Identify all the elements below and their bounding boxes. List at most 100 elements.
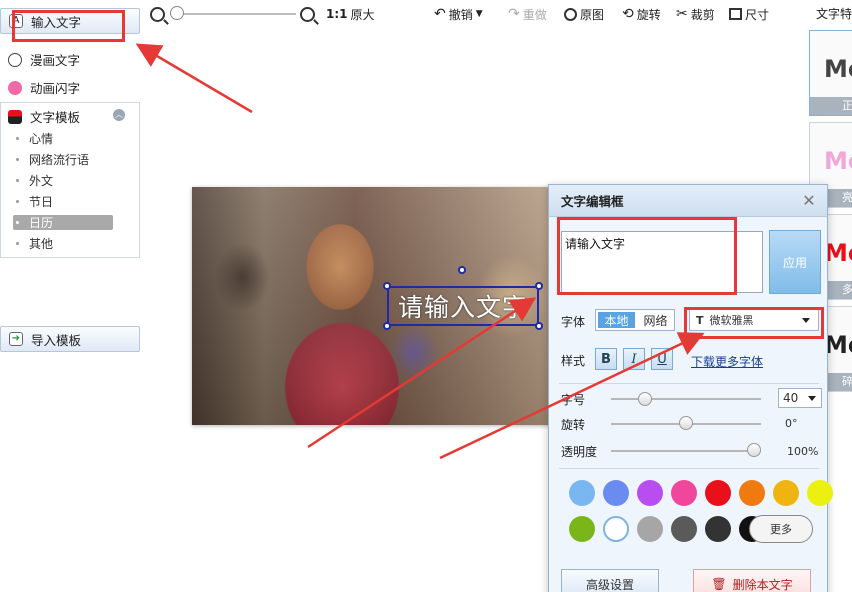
color-swatch[interactable]: [637, 516, 663, 542]
comic-text-label: 漫画文字: [30, 53, 81, 68]
download-fonts-link[interactable]: 下载更多字体: [691, 353, 763, 370]
opacity-slider-thumb[interactable]: [747, 443, 761, 457]
undo-dropdown-icon[interactable]: ▼: [476, 9, 483, 19]
resize-handle-top-right[interactable]: [535, 282, 543, 290]
font-source-local[interactable]: 本地: [598, 312, 635, 328]
actual-size-button[interactable]: 1:1 原大: [326, 5, 375, 23]
effect-thumb[interactable]: Me 正: [809, 30, 852, 116]
bullet-dot: [16, 179, 19, 182]
template-item-selected[interactable]: 日历: [13, 215, 113, 230]
rotate-handle[interactable]: [458, 266, 466, 274]
undo-button[interactable]: ↶ 撤销 ▼: [434, 5, 483, 23]
color-swatch[interactable]: [671, 516, 697, 542]
opacity-slider-track[interactable]: [611, 450, 761, 452]
color-swatch[interactable]: [739, 480, 765, 506]
collapse-icon[interactable]: ︿: [113, 109, 125, 121]
opacity-value: 100%: [787, 445, 819, 458]
zoom-slider-track[interactable]: [170, 13, 296, 15]
color-swatch[interactable]: [603, 480, 629, 506]
zoom-out-icon[interactable]: [150, 5, 165, 23]
resize-icon: [729, 8, 742, 20]
color-swatch[interactable]: [569, 516, 595, 542]
text-overlay-box[interactable]: 请输入文字: [387, 286, 539, 326]
template-label: 网络流行语: [29, 153, 90, 167]
color-swatch[interactable]: [569, 480, 595, 506]
template-label: 节日: [29, 195, 54, 209]
annotation-highlight: [12, 10, 125, 42]
left-panel: A 输入文字 漫画文字 动画闪字 文字模板 ︿ 心情 网络流行语 外文 节日 日…: [0, 0, 140, 592]
import-template-button[interactable]: ➜ 导入模板: [0, 326, 140, 352]
bullet-dot: [16, 137, 19, 140]
color-swatch[interactable]: [773, 480, 799, 506]
redo-label: 重做: [522, 7, 547, 22]
template-item[interactable]: 其他: [13, 236, 113, 251]
rotate-slider-thumb[interactable]: [679, 416, 693, 430]
scissors-icon: ✂: [676, 6, 688, 22]
size-slider-track[interactable]: [611, 398, 761, 400]
color-swatch[interactable]: [705, 480, 731, 506]
animated-text-item[interactable]: 动画闪字: [8, 78, 80, 97]
template-item[interactable]: 外文: [13, 173, 113, 188]
zoom-slider-thumb[interactable]: [170, 6, 184, 20]
original-image-icon: [564, 7, 577, 21]
love-you-icon: [8, 109, 22, 124]
template-item[interactable]: 心情: [13, 131, 113, 146]
italic-button[interactable]: I: [623, 348, 645, 370]
font-label: 字体: [561, 315, 586, 329]
more-colors-button[interactable]: 更多: [749, 515, 813, 543]
text-templates-header[interactable]: 文字模板: [8, 107, 80, 126]
size-slider-thumb[interactable]: [638, 392, 653, 406]
resize-handle-top-left[interactable]: [383, 282, 391, 290]
apply-button[interactable]: 应用: [769, 230, 821, 294]
top-toolbar: 1:1 原大 ↶ 撤销 ▼ ↷ 重做 原图 ⟲ 旋转 ✂ 裁剪 尺寸: [142, 0, 806, 28]
template-item[interactable]: 网络流行语: [13, 152, 113, 167]
style-label: 样式: [561, 354, 586, 368]
rotate-value: 0°: [785, 417, 798, 430]
divider: [559, 468, 819, 469]
original-image-label: 原图: [580, 7, 605, 22]
bullet-dot: [16, 158, 19, 161]
divider: [559, 383, 819, 384]
color-swatch[interactable]: [807, 480, 833, 506]
resize-handle-bottom-right[interactable]: [535, 322, 543, 330]
arrow-to-input-text: [135, 43, 253, 114]
resize-handle-bottom-left[interactable]: [383, 322, 391, 330]
text-templates-label: 文字模板: [30, 110, 81, 125]
bullet-dot: [16, 200, 19, 203]
annotation-highlight: [557, 217, 737, 295]
sparkle-icon: [8, 80, 22, 95]
crop-button[interactable]: ✂ 裁剪: [676, 5, 715, 23]
advanced-settings-label: 高级设置: [585, 577, 634, 592]
rotate-button[interactable]: ⟲ 旋转: [622, 5, 661, 23]
color-swatch[interactable]: [705, 516, 731, 542]
effect-sample: Me: [824, 147, 852, 175]
font-source-network[interactable]: 网络: [637, 310, 674, 330]
bold-button[interactable]: B: [595, 348, 617, 370]
zoom-in-icon[interactable]: [300, 5, 315, 23]
advanced-settings-button[interactable]: 高级设置: [561, 569, 659, 592]
effect-sample: Me: [824, 331, 852, 359]
delete-text-button[interactable]: 🗑 删除本文字: [693, 569, 811, 592]
import-template-label: 导入模板: [31, 332, 82, 348]
template-label: 其他: [29, 237, 54, 251]
redo-button[interactable]: ↷ 重做: [508, 5, 547, 23]
close-icon[interactable]: ✕: [801, 193, 817, 209]
underline-button[interactable]: U: [651, 348, 673, 370]
effect-sample: Me: [824, 239, 852, 267]
crop-label: 裁剪: [690, 7, 715, 22]
chevron-down-icon: [808, 396, 816, 401]
template-item[interactable]: 节日: [13, 194, 113, 209]
comic-text-item[interactable]: 漫画文字: [8, 50, 80, 69]
color-swatch[interactable]: [671, 480, 697, 506]
animated-text-label: 动画闪字: [30, 81, 81, 96]
color-swatch[interactable]: [603, 516, 629, 542]
color-swatch[interactable]: [637, 480, 663, 506]
overlay-text: 请输入文字: [397, 293, 528, 322]
redo-icon: ↷: [508, 6, 520, 22]
effect-sample: Me: [824, 55, 852, 83]
resize-button[interactable]: 尺寸: [729, 5, 769, 23]
dialog-header[interactable]: 文字编辑框: [549, 185, 827, 217]
size-select[interactable]: 40: [778, 388, 822, 408]
annotation-highlight: [684, 307, 824, 339]
original-image-button[interactable]: 原图: [564, 5, 604, 23]
